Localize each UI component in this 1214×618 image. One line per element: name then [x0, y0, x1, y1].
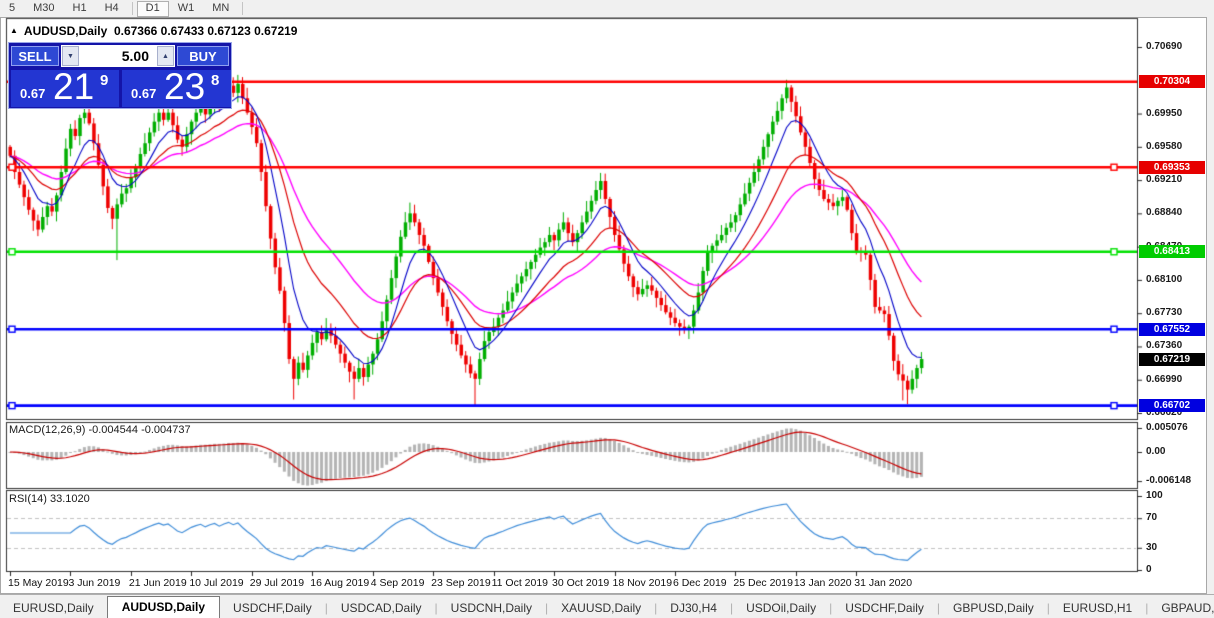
buy-price-display[interactable]: 0.67 23 8: [122, 66, 231, 107]
tab-usdcad-daily[interactable]: USDCAD,Daily: [328, 598, 435, 618]
macd-label: MACD(12,26,9) -0.004544 -0.004737: [9, 424, 191, 436]
volume-increase-button[interactable]: ▲: [157, 46, 174, 66]
sell-price-pips: 21: [53, 66, 95, 107]
tab-gbpusd-daily[interactable]: GBPUSD,Daily: [940, 598, 1047, 618]
chart-symbol-period: AUDUSD,Daily: [23, 24, 108, 38]
buy-price-prefix: 0.67: [131, 86, 157, 101]
toolbar-separator: [131, 2, 133, 15]
buy-button[interactable]: BUY: [177, 46, 229, 66]
tab-usdoil-daily[interactable]: USDOil,Daily: [733, 598, 829, 618]
rsi-label: RSI(14) 33.1020: [9, 493, 90, 505]
trading-terminal: 5 M30 H1 H4 D1 W1 MN ▲ AUDUSD,Daily 0.67366 0.6…: [0, 0, 1214, 618]
one-click-trade-panel: SELL ▼ 5.00 ▲ BUY 0.67 21 9 0.67 23 8: [8, 42, 232, 109]
tab-xauusd-daily[interactable]: XAUUSD,Daily: [548, 598, 654, 618]
volume-input[interactable]: 5.00: [79, 46, 157, 66]
toolbar-separator: [242, 2, 244, 15]
tab-usdcnh-daily[interactable]: USDCNH,Daily: [438, 598, 545, 618]
timeframe-button-D1[interactable]: D1: [136, 0, 169, 17]
timeframe-toolbar: 5 M30 H1 H4 D1 W1 MN: [0, 0, 1214, 18]
volume-box: ▼ 5.00 ▲: [61, 45, 175, 67]
sell-price-pipette: 9: [100, 72, 109, 89]
timeframe-button-5[interactable]: 5: [0, 1, 24, 17]
tab-dj30-h4[interactable]: DJ30,H4: [657, 598, 730, 618]
volume-decrease-button[interactable]: ▼: [62, 46, 79, 66]
chart-tab-bar: EURUSD,Daily AUDUSD,Daily USDCHF,Daily | USD…: [0, 594, 1214, 618]
tab-eurusd-h1[interactable]: EURUSD,H1: [1050, 598, 1145, 618]
buy-price-pipette: 8: [211, 72, 220, 89]
chart-title: ▲ AUDUSD,Daily 0.67366 0.67433 0.67123 0.…: [10, 24, 297, 38]
window-right-border: [1207, 17, 1214, 618]
timeframe-button-MN[interactable]: MN: [203, 1, 238, 17]
timeframe-button-M30[interactable]: M30: [24, 1, 63, 17]
tab-gbpaud-h1[interactable]: GBPAUD,H1: [1148, 598, 1214, 618]
tab-audusd-daily[interactable]: AUDUSD,Daily: [106, 596, 221, 618]
tab-eurusd-daily[interactable]: EURUSD,Daily: [0, 598, 107, 618]
timeframe-button-W1[interactable]: W1: [169, 1, 204, 17]
sell-button[interactable]: SELL: [11, 46, 59, 66]
collapse-panel-icon[interactable]: ▲: [10, 26, 18, 35]
tab-usdchf-daily[interactable]: USDCHF,Daily: [832, 598, 937, 618]
sell-price-display[interactable]: 0.67 21 9: [11, 66, 119, 107]
buy-price-pips: 23: [164, 66, 206, 107]
sell-price-prefix: 0.67: [20, 86, 46, 101]
timeframe-button-H1[interactable]: H1: [64, 1, 96, 17]
timeframe-button-H4[interactable]: H4: [96, 1, 128, 17]
chart-ohlc-quotes: 0.67366 0.67433 0.67123 0.67219: [113, 24, 298, 38]
tab-usdchf-daily[interactable]: USDCHF,Daily: [220, 598, 325, 618]
